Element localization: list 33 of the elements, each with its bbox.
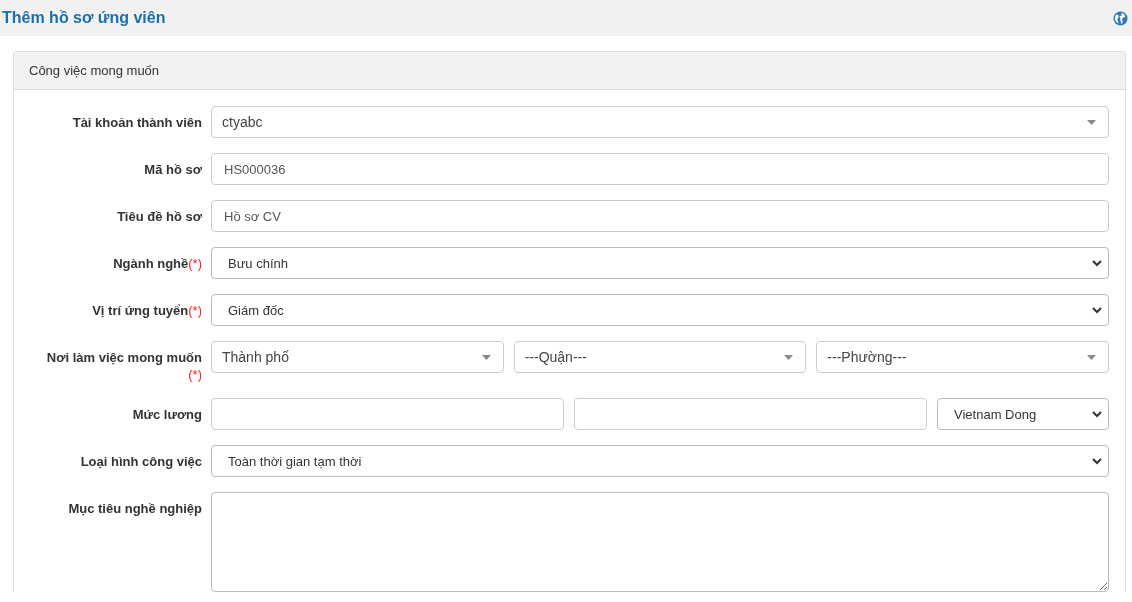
- globe-icon[interactable]: [1113, 10, 1128, 26]
- field-label: Tài khoản thành viên: [71, 114, 203, 132]
- field-label: Mục tiêu nghề nghiệp: [67, 500, 203, 518]
- field-label: Nơi làm việc mong muốn (*): [45, 349, 203, 383]
- field-label: Ngành nghề(*): [112, 255, 203, 273]
- input-field[interactable]: Hồ sơ CV: [211, 200, 1109, 232]
- input-field[interactable]: [574, 398, 927, 430]
- field-label: Vị trí ứng tuyển(*): [91, 302, 203, 320]
- input-field[interactable]: [211, 398, 564, 430]
- chevron-icon: [1092, 410, 1102, 418]
- field-label: Tiêu đề hồ sơ: [116, 208, 203, 226]
- field-label: Loại hình công việc: [79, 453, 203, 471]
- caret-icon: [784, 354, 794, 360]
- chevron-icon: [1092, 457, 1102, 465]
- caret-icon: [1087, 119, 1096, 125]
- select-field[interactable]: Giám đốc: [211, 294, 1109, 326]
- panel-title: Công việc mong muốn: [29, 63, 160, 78]
- field-label: Mức lương: [131, 406, 203, 424]
- select-field[interactable]: Vietnam Dong: [937, 398, 1109, 430]
- dropdown-field[interactable]: ctyabc: [211, 106, 1109, 138]
- caret-icon: [481, 354, 491, 360]
- input-field[interactable]: HS000036: [211, 153, 1109, 185]
- dropdown-field[interactable]: ---Quận---: [513, 341, 807, 373]
- dropdown-field[interactable]: ---Phường---: [816, 341, 1109, 373]
- text-area[interactable]: [211, 492, 1109, 592]
- chevron-icon: [1092, 259, 1102, 267]
- select-field[interactable]: Bưu chính: [211, 247, 1109, 279]
- caret-icon: [1087, 354, 1096, 360]
- select-field[interactable]: Toàn thời gian tạm thời: [211, 445, 1109, 477]
- dropdown-field[interactable]: Thành phố: [211, 341, 504, 373]
- page-title: Thêm hồ sơ ứng viên: [2, 9, 166, 27]
- field-label: Mã hồ sơ: [143, 161, 203, 179]
- chevron-icon: [1092, 306, 1102, 314]
